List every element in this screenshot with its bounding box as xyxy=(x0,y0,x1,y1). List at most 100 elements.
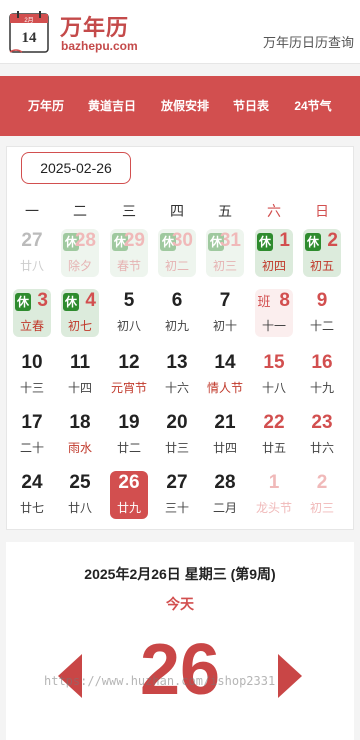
lunar-date: 初二 xyxy=(164,259,189,273)
lunar-date: 廿二 xyxy=(116,441,141,455)
weekday-header: 二 xyxy=(73,203,87,219)
calendar-icon[interactable]: 14 2月 xyxy=(6,8,54,56)
calendar-day[interactable]: 11 十四 xyxy=(61,351,99,399)
lunar-date: 十六 xyxy=(164,381,189,395)
calendar-day[interactable]: 休 2 初五 xyxy=(303,229,341,277)
calendar-day[interactable]: 14 情人节 xyxy=(206,351,244,399)
calendar-day[interactable]: 休 31 初三 xyxy=(206,229,244,277)
lunar-date: 除夕 xyxy=(67,259,92,273)
lunar-date: 初三 xyxy=(309,501,334,515)
site-title[interactable]: 万年历 xyxy=(60,10,129,42)
calendar-day-today[interactable]: 26 廿九 xyxy=(110,471,148,519)
lunar-date: 三十 xyxy=(164,501,189,515)
calendar-day[interactable]: 20 廿三 xyxy=(158,411,196,459)
nav-item-holidays[interactable]: 放假安排 xyxy=(156,94,214,118)
nav-item-huangdao[interactable]: 黄道吉日 xyxy=(84,94,140,118)
day-number: 3 xyxy=(37,290,48,311)
day-number: 4 xyxy=(85,290,96,311)
lunar-date: 雨水 xyxy=(67,441,92,455)
date-picker[interactable]: 2025-02-26 xyxy=(21,152,131,184)
day-number: 21 xyxy=(214,412,236,433)
day-number: 24 xyxy=(21,472,43,493)
nav-item-wannianli[interactable]: 万年历 xyxy=(20,94,72,118)
lunar-date: 廿九 xyxy=(116,501,141,515)
calendar-day[interactable]: 17 二十 xyxy=(13,411,51,459)
calendar-day[interactable]: 5 初八 xyxy=(110,289,148,337)
right-arrow-icon[interactable] xyxy=(278,654,302,698)
calendar-day[interactable]: 21 廿四 xyxy=(206,411,244,459)
lunar-date: 廿八 xyxy=(19,259,44,273)
weekday-header: 六 xyxy=(267,203,281,219)
calendar-day[interactable]: 休 1 初四 xyxy=(255,229,293,277)
calendar-day[interactable]: 休 29 春节 xyxy=(110,229,148,277)
lunar-date: 廿四 xyxy=(212,441,237,455)
svg-text:14: 14 xyxy=(22,30,38,46)
calendar-day[interactable]: 22 廿五 xyxy=(255,411,293,459)
lunar-date: 廿七 xyxy=(19,501,44,515)
calendar-panel: 2025-02-26 一二三四五六日 27 廿八休 28 除夕休 29 春节休 30 初二休 3… xyxy=(6,146,354,530)
day-number: 22 xyxy=(263,412,285,433)
calendar-day[interactable]: 9 十二 xyxy=(303,289,341,337)
lunar-date: 立春 xyxy=(19,319,44,333)
calendar-day[interactable]: 休 3 立春 xyxy=(13,289,51,337)
day-number: 13 xyxy=(166,352,188,373)
lunar-date: 龙头节 xyxy=(255,501,292,515)
nav-item-festivals[interactable]: 节日表 xyxy=(228,94,274,118)
lunar-date: 初七 xyxy=(67,319,92,333)
day-number: 6 xyxy=(171,290,183,311)
day-info-panel: 2025年2月26日 星期三 (第9周) 今天 26 https://www.h… xyxy=(6,542,354,740)
lunar-date: 廿三 xyxy=(164,441,189,455)
lunar-date: 初十 xyxy=(212,319,237,333)
calendar-day[interactable]: 2 初三 xyxy=(303,471,341,519)
day-number: 2 xyxy=(316,472,328,493)
today-label: 今天 xyxy=(166,596,194,612)
weekday-header: 一 xyxy=(25,203,39,219)
calendar-day[interactable]: 23 廿六 xyxy=(303,411,341,459)
weekday-header: 日 xyxy=(315,203,329,219)
day-number: 2 xyxy=(327,230,338,251)
calendar-day[interactable]: 7 初十 xyxy=(206,289,244,337)
day-number: 11 xyxy=(69,352,91,373)
day-number: 30 xyxy=(171,230,193,251)
calendar-query-link[interactable]: 万年历日历查询 xyxy=(263,32,354,51)
calendar-day[interactable]: 班 8 十一 xyxy=(255,289,293,337)
calendar-day[interactable]: 25 廿八 xyxy=(61,471,99,519)
lunar-date: 春节 xyxy=(116,259,141,273)
nav-item-solar-terms[interactable]: 24节气 xyxy=(288,94,338,118)
lunar-date: 元宵节 xyxy=(110,381,147,395)
calendar-day[interactable]: 27 三十 xyxy=(158,471,196,519)
calendar-day[interactable]: 10 十三 xyxy=(13,351,51,399)
day-number: 25 xyxy=(69,472,91,493)
day-number: 1 xyxy=(268,472,280,493)
site-domain[interactable]: bazhepu.com xyxy=(61,39,138,53)
calendar-day[interactable]: 19 廿二 xyxy=(110,411,148,459)
calendar-day[interactable]: 12 元宵节 xyxy=(110,351,148,399)
lunar-date: 初三 xyxy=(212,259,237,273)
day-number: 29 xyxy=(123,230,145,251)
lunar-date: 初九 xyxy=(164,319,189,333)
day-number: 8 xyxy=(279,290,290,311)
day-number: 20 xyxy=(166,412,188,433)
calendar-day[interactable]: 24 廿七 xyxy=(13,471,51,519)
site-header: 14 2月 万年历 bazhepu.com 万年历日历查询 xyxy=(0,0,360,64)
calendar-day[interactable]: 休 4 初七 xyxy=(61,289,99,337)
day-number: 26 xyxy=(118,472,140,493)
calendar-day[interactable]: 28 二月 xyxy=(206,471,244,519)
lunar-date: 廿八 xyxy=(67,501,92,515)
calendar-day[interactable]: 15 十八 xyxy=(255,351,293,399)
calendar-day[interactable]: 16 十九 xyxy=(303,351,341,399)
calendar-day[interactable]: 13 十六 xyxy=(158,351,196,399)
calendar-day[interactable]: 1 龙头节 xyxy=(255,471,293,519)
calendar-day[interactable]: 18 雨水 xyxy=(61,411,99,459)
calendar-day[interactable]: 6 初九 xyxy=(158,289,196,337)
calendar-day[interactable]: 27 廿八 xyxy=(13,229,51,277)
lunar-date: 十九 xyxy=(309,381,334,395)
day-number: 31 xyxy=(219,230,241,251)
lunar-date: 初八 xyxy=(116,319,141,333)
day-number: 9 xyxy=(316,290,328,311)
lunar-date: 初五 xyxy=(309,259,334,273)
calendar-day[interactable]: 休 28 除夕 xyxy=(61,229,99,277)
day-number: 5 xyxy=(123,290,135,311)
calendar-day[interactable]: 休 30 初二 xyxy=(158,229,196,277)
day-number: 12 xyxy=(118,352,140,373)
